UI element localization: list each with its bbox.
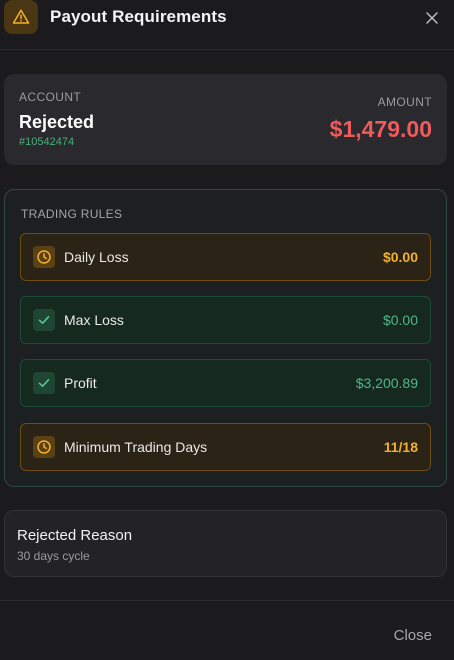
rejected-reason-card: Rejected Reason 30 days cycle [4, 510, 447, 577]
close-icon[interactable] [424, 10, 440, 26]
rule-minimum-trading-days[interactable]: Minimum Trading Days 11/18 [20, 423, 431, 471]
account-label: ACCOUNT [19, 90, 82, 104]
rule-value: $0.00 [382, 312, 418, 328]
rule-name: Minimum Trading Days [64, 439, 208, 455]
rejected-reason-subtitle: 30 days cycle [17, 549, 90, 563]
rule-name: Profit [64, 375, 97, 391]
check-icon [33, 372, 55, 394]
amount-label: AMOUNT [377, 95, 432, 109]
close-button[interactable]: Close [394, 627, 432, 644]
rule-value: $3,200.89 [355, 375, 418, 391]
amount-value: $1,479.00 [329, 116, 432, 142]
rule-daily-loss[interactable]: Daily Loss $0.00 [20, 233, 431, 281]
modal-header: Payout Requirements [0, 0, 454, 50]
account-summary-card: ACCOUNT Rejected #10542474 AMOUNT $1,479… [4, 74, 447, 165]
account-status: Rejected [19, 112, 95, 132]
rule-name: Daily Loss [64, 249, 129, 265]
trading-rules-title: TRADING RULES [21, 207, 123, 221]
rule-max-loss[interactable]: Max Loss $0.00 [20, 296, 431, 344]
rejected-reason-title: Rejected Reason [17, 527, 133, 544]
rule-value: 11/18 [383, 439, 418, 455]
warning-triangle-icon [4, 0, 38, 34]
check-icon [33, 309, 55, 331]
payout-requirements-modal: Payout Requirements ACCOUNT Rejected #10… [0, 0, 454, 660]
rule-name: Max Loss [64, 312, 124, 328]
rule-value: $0.00 [382, 249, 418, 265]
modal-footer: Close [0, 600, 454, 660]
clock-icon [33, 246, 55, 268]
account-id: #10542474 [19, 136, 75, 148]
trading-rules-section: TRADING RULES Daily Loss $0.00 Max Loss … [4, 189, 447, 487]
modal-title: Payout Requirements [50, 7, 227, 26]
rule-profit[interactable]: Profit $3,200.89 [20, 359, 431, 407]
clock-icon [33, 436, 55, 458]
